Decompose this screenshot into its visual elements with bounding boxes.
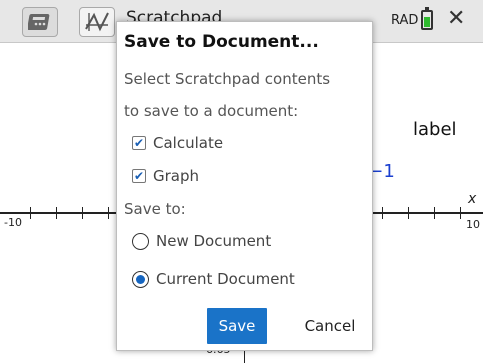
radio-unselected-icon[interactable] <box>132 232 149 250</box>
x-min-label: -10 <box>4 216 22 229</box>
x-tick <box>108 207 109 219</box>
checkbox-label: Graph <box>153 167 200 185</box>
battery-icon <box>421 7 433 30</box>
graph-icon[interactable] <box>79 7 115 37</box>
radio-label: New Document <box>156 232 272 250</box>
radio-new-document[interactable]: New Document <box>132 232 271 250</box>
x-tick <box>382 207 383 219</box>
instruction-line-1: Select Scratchpad contents <box>124 70 331 88</box>
checkbox-graph[interactable]: ✔ Graph <box>132 167 199 185</box>
x-tick <box>434 207 435 219</box>
checkbox-calculate[interactable]: ✔ Calculate <box>132 134 223 152</box>
x-axis-variable: x <box>468 191 477 207</box>
save-to-document-dialog: Save to Document... Select Scratchpad co… <box>116 21 373 351</box>
radio-selected-icon[interactable] <box>132 270 149 288</box>
x-tick <box>56 207 57 219</box>
radio-current-document[interactable]: Current Document <box>132 270 295 288</box>
calculator-icon[interactable] <box>22 7 58 37</box>
dialog-title: Save to Document... <box>124 32 319 52</box>
x-tick <box>82 207 83 219</box>
app-window: Scratchpad RAD ✕ -10 10 x 6.65 label 2−1… <box>0 0 483 363</box>
cancel-button[interactable]: Cancel <box>295 308 365 344</box>
x-tick <box>460 207 461 219</box>
radio-label: Current Document <box>156 270 295 288</box>
x-tick <box>30 207 31 219</box>
checkbox-label: Calculate <box>153 134 224 152</box>
checkbox-checked-icon[interactable]: ✔ <box>132 136 146 150</box>
save-to-label: Save to: <box>124 200 186 218</box>
angle-mode-indicator: RAD <box>391 13 419 28</box>
instruction-line-2: to save to a document: <box>124 102 299 120</box>
save-button[interactable]: Save <box>207 308 267 344</box>
close-icon[interactable]: ✕ <box>447 6 465 32</box>
checkbox-checked-icon[interactable]: ✔ <box>132 169 146 183</box>
x-tick <box>408 207 409 219</box>
function-label[interactable]: label <box>413 119 457 140</box>
x-max-label: 10 <box>466 218 480 231</box>
